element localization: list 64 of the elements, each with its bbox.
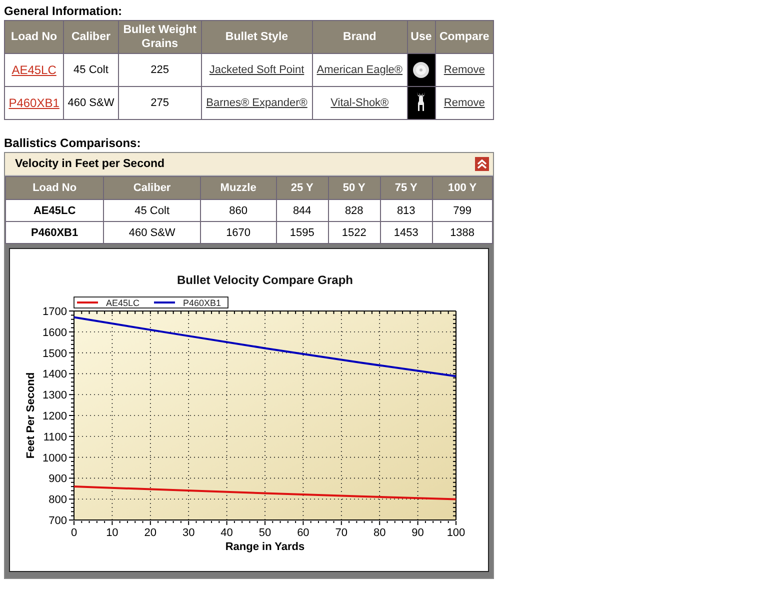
table-cell: 225 [118,54,202,86]
table-cell: 813 [380,200,432,222]
y-tick-label: 1500 [42,348,67,360]
section-heading: Ballistics Comparisons: [4,136,141,150]
y-axis-label: Feet Per Second [25,372,37,459]
x-tick-label: 30 [182,527,195,539]
column-header: Use [407,20,436,54]
column-header: 25 Y [276,176,328,200]
table-cell: 828 [328,200,380,222]
column-header: Load No [6,176,104,200]
column-header: 100 Y [432,176,492,200]
x-tick-label: 80 [373,527,386,539]
column-header: Muzzle [200,176,276,200]
table-cell: 275 [118,86,202,120]
y-tick-label: 1000 [42,452,67,464]
y-tick-label: 1200 [42,410,67,422]
column-header: Load No [4,20,64,54]
table-cell: 460 S&W [104,222,200,244]
collapse-button[interactable] [475,157,489,171]
legend-label: AE45LC [106,298,140,308]
table-cell: 860 [200,200,276,222]
column-header: Bullet Weight Grains [118,20,202,54]
x-tick-label: 90 [412,527,424,539]
table-cell: 1453 [380,222,432,244]
y-tick-label: 1700 [42,306,67,318]
column-header: Compare [435,20,494,54]
table-cell: 799 [432,200,492,222]
y-tick-label: 700 [48,515,67,527]
x-tick-label: 40 [220,527,233,539]
y-tick-label: 1400 [42,368,67,381]
column-header: Bullet Style [201,20,312,54]
panel-title: Velocity in Feet per Second [15,158,165,170]
x-tick-label: 0 [70,527,78,539]
x-tick-label: 10 [106,527,118,539]
legend-label: P460XB1 [183,298,222,308]
table-cell: 1670 [200,222,276,244]
table-cell: 1595 [276,222,328,244]
table-cell: 45 Colt [64,54,118,86]
x-tick-label: 20 [144,527,157,539]
table-cell: 460 S&W [64,86,118,120]
column-header: Caliber [104,176,200,200]
column-header: Caliber [64,20,118,54]
x-tick-label: 100 [446,527,466,539]
y-tick-label: 1600 [42,326,67,339]
y-tick-label: 800 [48,494,67,506]
x-tick-label: 60 [297,527,310,539]
column-header: Brand [312,20,408,54]
table-cell: P460XB1 [6,222,104,244]
section-heading: General Information: [4,4,122,18]
y-tick-label: 1300 [42,390,67,402]
table-cell: AE45LC [6,200,104,222]
table-cell: 1388 [432,222,492,244]
x-tick-label: 70 [335,527,348,539]
column-header: 75 Y [380,176,432,200]
x-tick-label: 50 [258,527,272,539]
chart-title: Bullet Velocity Compare Graph [176,273,354,287]
table-cell: 844 [276,200,328,222]
y-tick-label: 900 [48,473,67,486]
column-header: 50 Y [328,176,380,200]
table-cell: 45 Colt [104,200,200,222]
target-icon [412,61,430,79]
x-axis-label: Range in Yards [225,541,305,553]
y-tick-label: 1100 [43,431,67,444]
table-cell: 1522 [328,222,380,244]
